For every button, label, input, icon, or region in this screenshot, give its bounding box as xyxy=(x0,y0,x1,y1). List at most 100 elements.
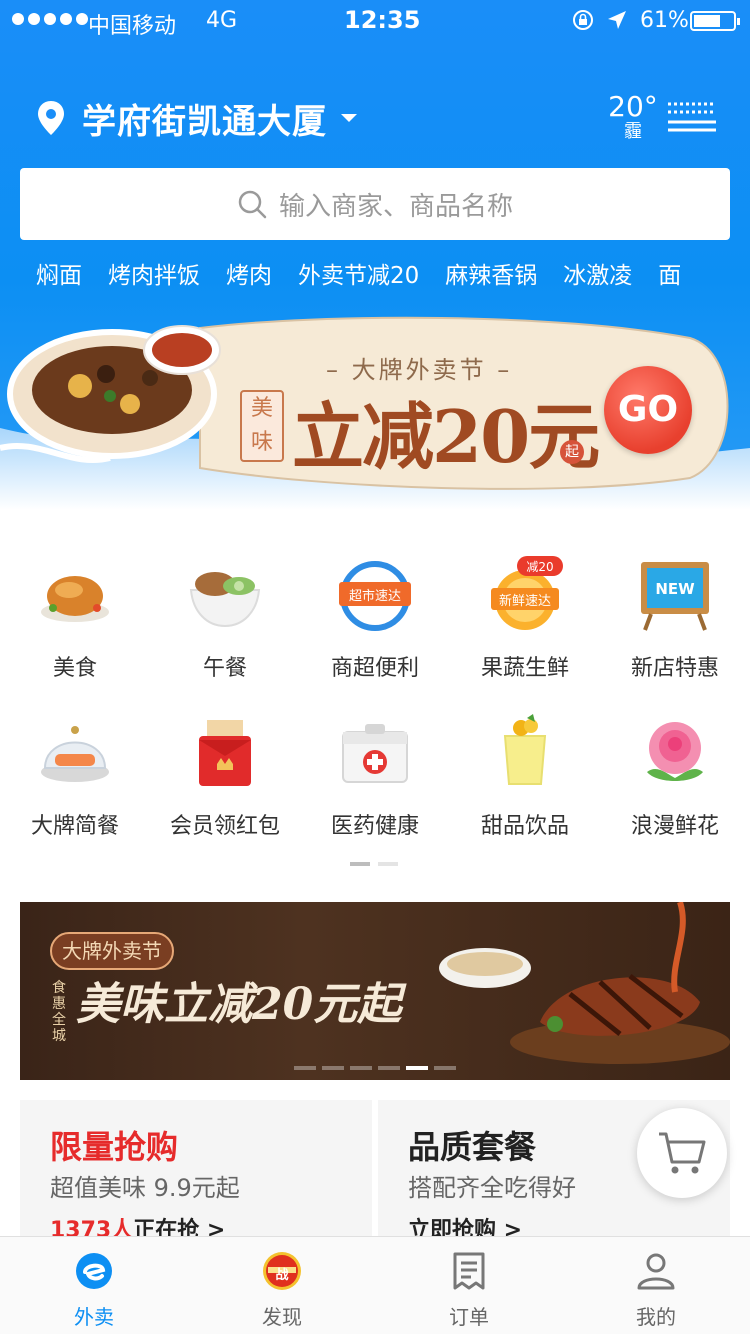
search-placeholder: 输入商家、商品名称 xyxy=(278,191,513,222)
fresh-produce-icon: 新鲜速达 减20 xyxy=(491,556,563,630)
takeout-icon xyxy=(76,1253,112,1289)
weather-temp: 20° xyxy=(608,90,658,123)
carrier-label: 中国移动 xyxy=(88,14,177,39)
tab-orders[interactable]: 订单 xyxy=(375,1237,563,1334)
tab-profile[interactable]: 我的 xyxy=(562,1237,750,1334)
category-supermarket[interactable]: 超市速达 商超便利 xyxy=(300,550,450,690)
pager-dot-active xyxy=(406,1066,428,1070)
address-label: 学府街凯通大厦 xyxy=(82,101,327,142)
category-red-envelope[interactable]: 会员领红包 xyxy=(150,708,300,848)
category-food[interactable]: 美食 xyxy=(0,550,150,690)
tab-label: 我的 xyxy=(636,1305,676,1329)
category-label: 商超便利 xyxy=(330,656,419,681)
bottom-tab-bar: 外卖 战 发现 订单 我的 xyxy=(0,1236,750,1334)
discover-icon: 战 xyxy=(263,1252,301,1290)
svg-text:NEW: NEW xyxy=(655,580,695,598)
hot-word[interactable]: 烤肉 xyxy=(226,256,272,290)
eleme-home-screen: 中国移动 4G 12:35 61% 学府街凯通大厦 20° 霾 输入商家、商品名… xyxy=(0,0,750,1334)
category-fresh[interactable]: 新鲜速达 减20 果蔬生鲜 xyxy=(450,550,600,690)
flash-sale-card[interactable]: 限量抢购 超值美味 9.9元起 1373人正在抢 > xyxy=(20,1100,372,1243)
lunch-bowl-icon xyxy=(189,572,261,628)
category-label: 医药健康 xyxy=(330,814,419,839)
tab-label: 发现 xyxy=(262,1305,302,1329)
pager-dot xyxy=(378,1066,400,1070)
search-icon xyxy=(238,190,267,219)
category-label: 果蔬生鲜 xyxy=(480,656,569,681)
category-dessert[interactable]: 甜品饮品 xyxy=(450,708,600,848)
hot-word[interactable]: 冰激凌 xyxy=(563,256,632,290)
card-title: 限量抢购 xyxy=(50,1128,179,1166)
promo-suffix: 起 xyxy=(560,440,584,464)
ad-banner[interactable]: 大牌外卖节 食惠全城 美味立减20元起 xyxy=(20,902,730,1080)
card-subtitle: 搭配齐全吃得好 xyxy=(408,1174,576,1202)
cart-button[interactable] xyxy=(637,1108,727,1198)
haze-icon xyxy=(668,102,716,132)
promo-tag: 美味 xyxy=(240,390,284,462)
tab-takeout[interactable]: 外卖 xyxy=(0,1237,188,1334)
category-medicine[interactable]: 医药健康 xyxy=(300,708,450,848)
search-bar[interactable]: 输入商家、商品名称 xyxy=(20,168,730,240)
category-lunch[interactable]: 午餐 xyxy=(150,550,300,690)
chevron-down-icon xyxy=(341,114,357,122)
location-arrow-icon xyxy=(608,11,626,29)
hot-word[interactable]: 焖面 xyxy=(36,256,82,290)
network-label: 4G xyxy=(206,8,238,33)
signal-icon xyxy=(12,13,88,25)
tab-discover[interactable]: 战 发现 xyxy=(188,1237,376,1334)
category-label: 会员领红包 xyxy=(169,814,280,839)
category-brand-meal[interactable]: 大牌简餐 xyxy=(0,708,150,848)
rotation-lock-icon xyxy=(573,10,593,30)
svg-text:超市速达: 超市速达 xyxy=(349,588,401,604)
rose-icon xyxy=(647,722,703,781)
tab-label: 订单 xyxy=(449,1305,489,1329)
hot-word[interactable]: 烤肉拌饭 xyxy=(108,256,200,290)
pager-dot-active xyxy=(350,862,370,866)
category-new-shop[interactable]: NEW 新店特惠 xyxy=(600,550,750,690)
supermarket-icon: 超市速达 xyxy=(339,561,411,631)
new-shop-icon: NEW xyxy=(641,562,709,631)
order-icon xyxy=(453,1252,485,1290)
category-label: 甜品饮品 xyxy=(480,814,569,839)
clock: 12:35 xyxy=(344,6,421,34)
roast-chicken-icon xyxy=(41,576,109,622)
ad-headline: 美味立减20元起 xyxy=(76,979,402,1030)
hot-search-words: 焖面 烤肉拌饭 烤肉 外卖节减20 麻辣香锅 冰激凌 面 xyxy=(36,256,707,290)
weather-widget[interactable]: 20° 霾 xyxy=(608,92,658,142)
ad-side-text: 食惠全城 xyxy=(52,980,66,1044)
pager-dot xyxy=(322,1066,344,1070)
weather-condition: 霾 xyxy=(624,121,642,142)
pager-dot xyxy=(350,1066,372,1070)
dessert-drink-icon xyxy=(503,714,547,785)
category-pager xyxy=(350,862,398,866)
hot-word[interactable]: 外卖节减20 xyxy=(298,256,419,290)
svg-text:战: 战 xyxy=(275,1267,288,1283)
medicine-box-icon xyxy=(342,724,408,783)
profile-icon xyxy=(637,1253,675,1290)
steak-image xyxy=(439,902,730,1064)
tab-label: 外卖 xyxy=(74,1305,114,1329)
cart-icon xyxy=(659,1132,706,1174)
card-title: 品质套餐 xyxy=(408,1128,537,1166)
category-label: 浪漫鲜花 xyxy=(630,814,719,839)
promo-headline: 立减20元 xyxy=(292,394,600,479)
address-selector[interactable]: 学府街凯通大厦 xyxy=(36,96,357,142)
pager-dot xyxy=(378,862,398,866)
svg-text:减20: 减20 xyxy=(526,560,553,574)
ad-tag: 大牌外卖节 xyxy=(50,932,174,970)
category-flowers[interactable]: 浪漫鲜花 xyxy=(600,708,750,848)
status-bar: 中国移动 4G 12:35 61% xyxy=(0,0,750,40)
category-label: 午餐 xyxy=(202,656,247,681)
hot-word[interactable]: 麻辣香锅 xyxy=(445,256,537,290)
ad-pager xyxy=(294,1066,456,1070)
card-subtitle: 超值美味 9.9元起 xyxy=(50,1174,240,1202)
battery-icon xyxy=(690,11,740,31)
red-envelope-icon xyxy=(199,720,251,786)
svg-text:新鲜速达: 新鲜速达 xyxy=(499,593,551,609)
salmon-dish-icon xyxy=(41,726,109,782)
battery-percent: 61% xyxy=(640,8,689,33)
category-label: 大牌简餐 xyxy=(30,814,119,839)
go-button[interactable]: GO xyxy=(604,366,692,454)
category-label: 新店特惠 xyxy=(630,656,719,681)
hot-word[interactable]: 面 xyxy=(658,256,681,290)
category-label: 美食 xyxy=(52,656,97,681)
